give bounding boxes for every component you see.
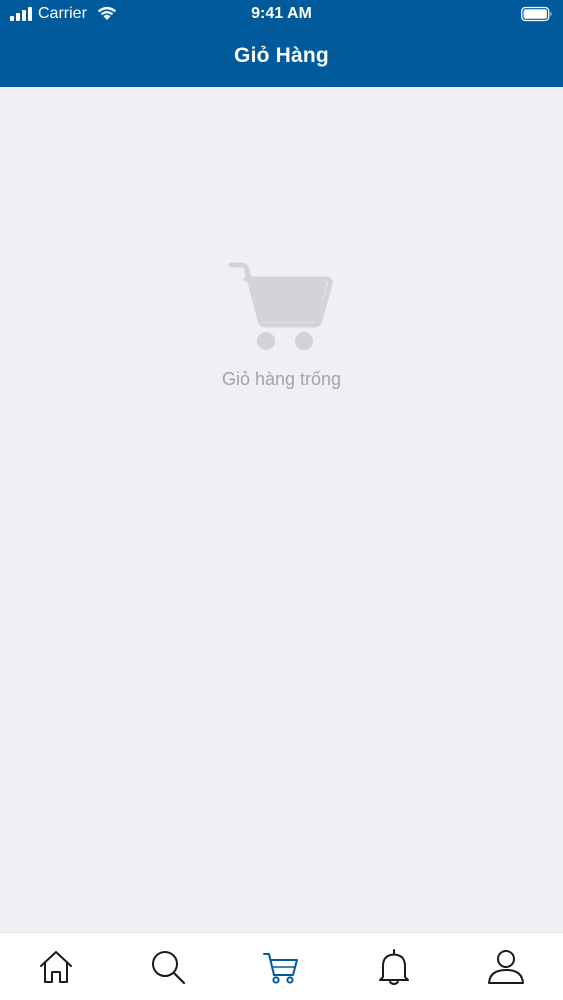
shopping-cart-icon bbox=[228, 262, 333, 350]
empty-cart-message: Giỏ hàng trống bbox=[221, 369, 342, 389]
home-icon bbox=[40, 951, 72, 983]
tab-search[interactable] bbox=[148, 947, 188, 987]
tab-bar bbox=[0, 932, 563, 1000]
bell-icon bbox=[379, 949, 409, 985]
user-icon bbox=[488, 950, 524, 984]
header: Carrier 9:41 AM Giỏ Hàng bbox=[0, 0, 563, 87]
search-icon bbox=[152, 951, 186, 985]
status-time: 9:41 AM bbox=[251, 5, 312, 22]
cart-icon bbox=[263, 953, 298, 984]
tab-profile[interactable] bbox=[486, 947, 526, 987]
status-bar: Carrier 9:41 AM bbox=[0, 0, 563, 30]
cart-screen: Carrier 9:41 AM Giỏ Hàng Giỏ hàng trống bbox=[0, 0, 563, 1000]
battery-icon bbox=[521, 6, 552, 22]
tab-cart[interactable] bbox=[261, 947, 301, 987]
tab-notifications[interactable] bbox=[374, 947, 414, 987]
tab-home[interactable] bbox=[36, 947, 76, 987]
empty-cart-state: Giỏ hàng trống bbox=[0, 260, 563, 390]
page-title: Giỏ Hàng bbox=[234, 44, 329, 67]
